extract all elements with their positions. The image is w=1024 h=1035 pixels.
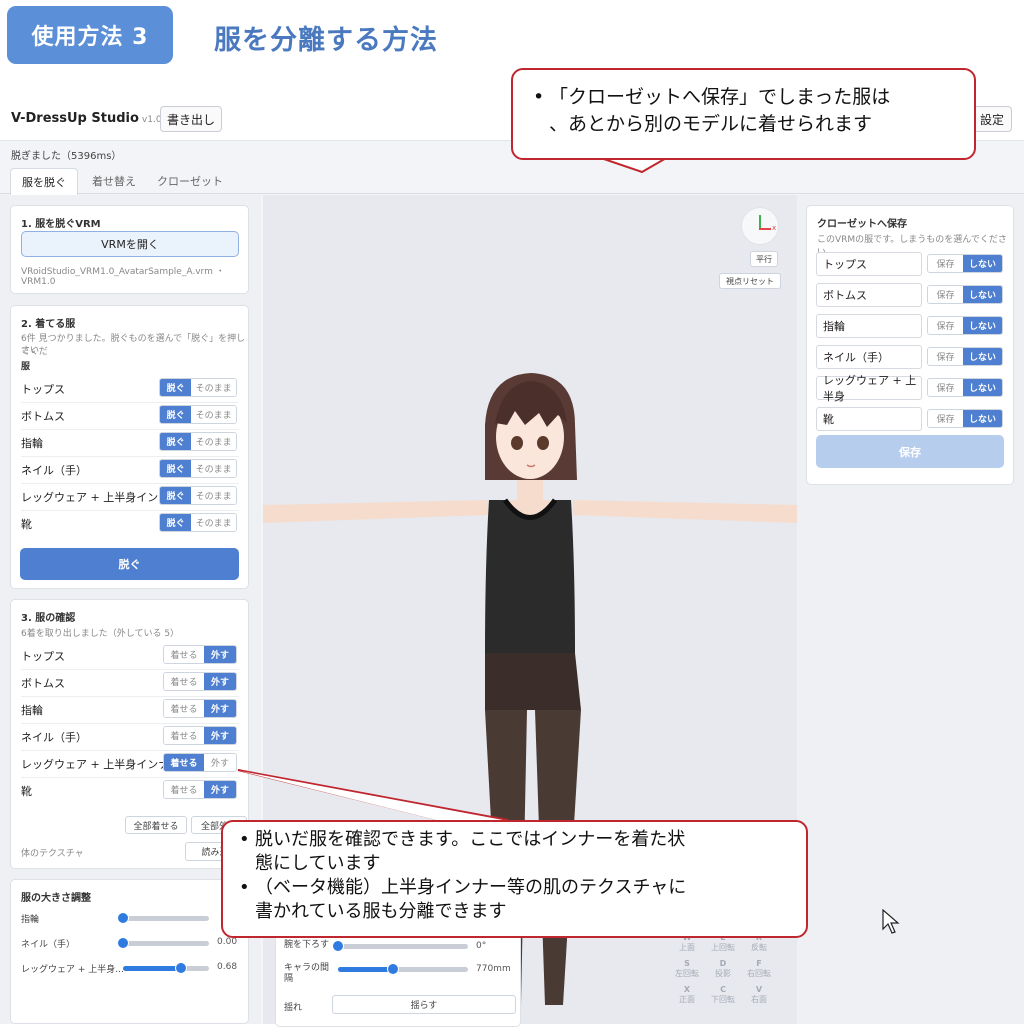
callout-closet-note: 「クローゼットへ保存」でしまった服は、あとから別のモデルに着せられます — [511, 68, 976, 160]
callout-bullet: 「クローゼットへ保存」でしまった服は、あとから別のモデルに着せられます — [531, 84, 956, 138]
callout-clothes-note: 脱いだ服を確認できます。ここではインナーを着た状態にしています （ベータ機能）上… — [221, 820, 808, 938]
callout-bullet: （ベータ機能）上半身インナー等の肌のテクスチャに書かれている服も分離できます — [237, 876, 792, 924]
callout-bullet: 脱いだ服を確認できます。ここではインナーを着た状態にしています — [237, 828, 792, 876]
mouse-cursor-icon — [882, 909, 900, 934]
